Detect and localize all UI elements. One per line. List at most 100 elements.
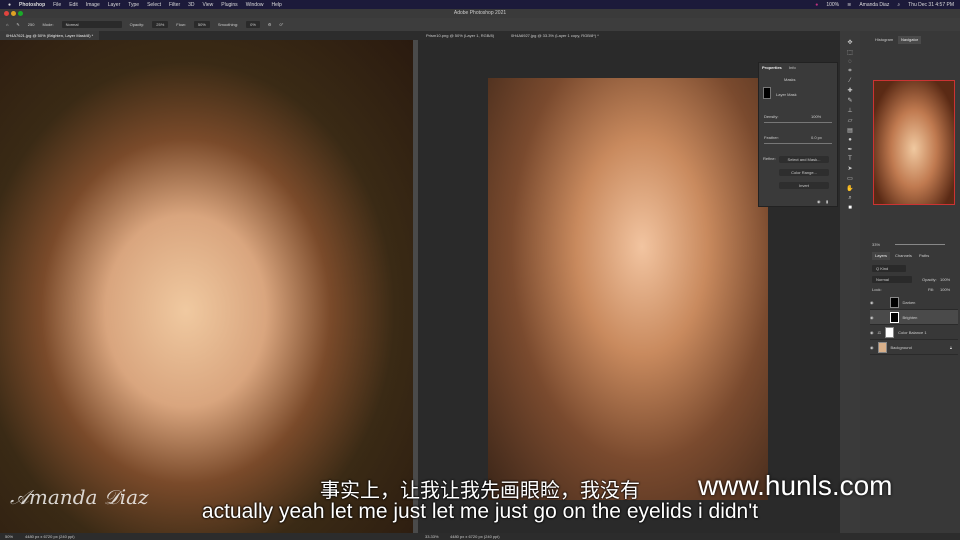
invert-button[interactable]: Invert	[779, 182, 829, 189]
layer-name[interactable]: Background	[891, 345, 912, 350]
tab-paths[interactable]: Paths	[916, 252, 932, 260]
blend-mode-select[interactable]: Normal	[872, 276, 912, 283]
layer-fill[interactable]: 100%	[940, 287, 950, 292]
eyedropper-tool-icon[interactable]: ⁄	[849, 78, 850, 84]
healing-tool-icon[interactable]: ✚	[847, 87, 852, 94]
tab-histogram[interactable]: Histogram	[872, 36, 896, 44]
navigator-zoom[interactable]: 33%	[872, 242, 880, 247]
tab-navigator[interactable]: Navigator	[898, 36, 922, 44]
tab-channels[interactable]: Channels	[892, 252, 915, 260]
right-canvas-photo[interactable]	[488, 78, 768, 500]
tab-doc-2[interactable]: Prism10.png @ 50% (Layer 1, RGB/8)	[420, 31, 500, 40]
tab-doc-1[interactable]: 0H4A7621.jpg @ 50% (Brighten, Layer Mask…	[0, 31, 100, 40]
menu-filter[interactable]: Filter	[169, 2, 180, 8]
mode-select[interactable]: Normal	[61, 21, 122, 28]
layer-name[interactable]: Color Balance 1	[898, 330, 926, 335]
hand-tool-icon[interactable]: ✋	[846, 185, 853, 192]
layer-mask-thumb	[885, 326, 895, 338]
layer-row-color-balance[interactable]: ◉ ⚖ Color Balance 1	[870, 325, 958, 340]
color-swatches-icon[interactable]: ■	[848, 205, 852, 211]
mode-label: Mode:	[42, 22, 54, 27]
density-value[interactable]: 100%	[811, 114, 821, 119]
brush-icon[interactable]: ✎	[16, 22, 19, 27]
menu-3d[interactable]: 3D	[188, 2, 194, 8]
pen-tool-icon[interactable]: ✒	[847, 146, 852, 153]
visibility-eye-icon[interactable]: ◉	[870, 315, 874, 320]
menu-image[interactable]: Image	[86, 2, 100, 8]
select-and-mask-button[interactable]: Select and Mask...	[779, 156, 829, 163]
home-icon[interactable]: ⌂	[6, 22, 8, 27]
user-name[interactable]: Amanda Diaz	[859, 2, 889, 8]
tab-doc-3[interactable]: 0H4A6927.jpg @ 33.3% (Layer 1 copy, RGB/…	[505, 31, 605, 40]
menu-plugins[interactable]: Plugins	[221, 2, 237, 8]
tab-info[interactable]: Info	[789, 65, 796, 70]
crop-tool-icon[interactable]: ⌗	[848, 68, 851, 75]
layer-row-brighten[interactable]: ◉ Brighten	[870, 310, 958, 325]
close-button[interactable]	[4, 11, 9, 16]
lasso-tool-icon[interactable]: ◌	[848, 59, 852, 65]
menu-select[interactable]: Select	[147, 2, 161, 8]
menu-help[interactable]: Help	[271, 2, 281, 8]
minimize-button[interactable]	[11, 11, 16, 16]
gradient-tool-icon[interactable]: ▤	[847, 127, 853, 134]
tab-layers[interactable]: Layers	[872, 252, 891, 260]
stamp-tool-icon[interactable]: ⊥	[847, 107, 852, 114]
smoothing-field[interactable]: 0%	[246, 21, 260, 28]
shape-tool-icon[interactable]: ▭	[847, 175, 853, 182]
search-icon[interactable]: ⌕	[897, 2, 900, 8]
brush-size[interactable]: 250	[28, 22, 35, 27]
flow-label: Flow:	[176, 22, 186, 27]
subtitle-english: actually yeah let me just let me just go…	[201, 500, 759, 523]
clock[interactable]: Thu Dec 31 4:57 PM	[908, 2, 954, 8]
battery-level[interactable]: 100%	[826, 2, 839, 8]
menu-window[interactable]: Window	[246, 2, 264, 8]
menu-type[interactable]: Type	[128, 2, 139, 8]
lock-icon: 🔒︎	[949, 344, 952, 350]
feather-value[interactable]: 0.0 px	[811, 135, 822, 140]
layer-row-darken[interactable]: ◉ Darken	[870, 295, 958, 310]
layer-name[interactable]: Brighten	[903, 315, 918, 320]
opacity-field[interactable]: 25%	[152, 21, 169, 28]
move-tool-icon[interactable]: ✥	[847, 39, 852, 46]
flow-field[interactable]: 50%	[193, 21, 210, 28]
trash-icon[interactable]: ▮	[826, 199, 828, 204]
menu-edit[interactable]: Edit	[69, 2, 78, 8]
zoom-tool-icon[interactable]: ⌕	[848, 195, 851, 202]
menu-file[interactable]: File	[53, 2, 61, 8]
navigator-thumbnail[interactable]	[873, 80, 955, 205]
menu-view[interactable]: View	[203, 2, 214, 8]
visibility-eye-icon[interactable]: ◉	[870, 345, 874, 350]
layer-row-background[interactable]: ◉ Background 🔒︎	[870, 340, 958, 355]
type-tool-icon[interactable]: T	[848, 156, 852, 162]
wifi-icon[interactable]: ≋	[847, 2, 851, 8]
color-range-button[interactable]: Color Range...	[779, 169, 829, 176]
visibility-icon[interactable]: ◉	[817, 199, 821, 204]
tab-properties[interactable]: Properties	[762, 65, 782, 70]
feather-slider[interactable]	[764, 143, 832, 144]
layer-name[interactable]: Darken	[903, 300, 916, 305]
maximize-button[interactable]	[18, 11, 23, 16]
right-zoom[interactable]: 33.33%	[425, 533, 439, 540]
brush-tool-icon[interactable]: ✎	[847, 97, 852, 104]
navigator-zoom-slider[interactable]	[895, 244, 945, 245]
apple-icon[interactable]: ●	[8, 2, 11, 8]
left-zoom[interactable]: 50%	[5, 533, 13, 540]
path-select-tool-icon[interactable]: ➤	[847, 165, 852, 172]
layer-kind-filter[interactable]: Q Kind	[872, 265, 906, 272]
visibility-eye-icon[interactable]: ◉	[870, 330, 874, 335]
left-canvas-photo[interactable]	[0, 40, 413, 533]
eraser-tool-icon[interactable]: ▱	[848, 117, 853, 124]
menu-layer[interactable]: Layer	[108, 2, 121, 8]
marquee-tool-icon[interactable]: ⬚	[847, 49, 853, 56]
dodge-tool-icon[interactable]: ●	[848, 137, 852, 143]
gear-icon[interactable]: ⚙	[268, 22, 272, 27]
record-icon[interactable]: ●	[815, 2, 818, 8]
density-label: Density:	[764, 114, 779, 119]
subtitle-chinese: 事实上，让我让我先画眼睑，我没有	[320, 480, 640, 502]
density-slider[interactable]	[764, 122, 832, 123]
visibility-eye-icon[interactable]: ◉	[870, 300, 874, 305]
layer-opacity[interactable]: 100%	[940, 277, 950, 282]
menu-app[interactable]: Photoshop	[19, 2, 45, 8]
angle-field[interactable]: 0°	[279, 22, 283, 27]
feather-label: Feather:	[764, 135, 779, 140]
